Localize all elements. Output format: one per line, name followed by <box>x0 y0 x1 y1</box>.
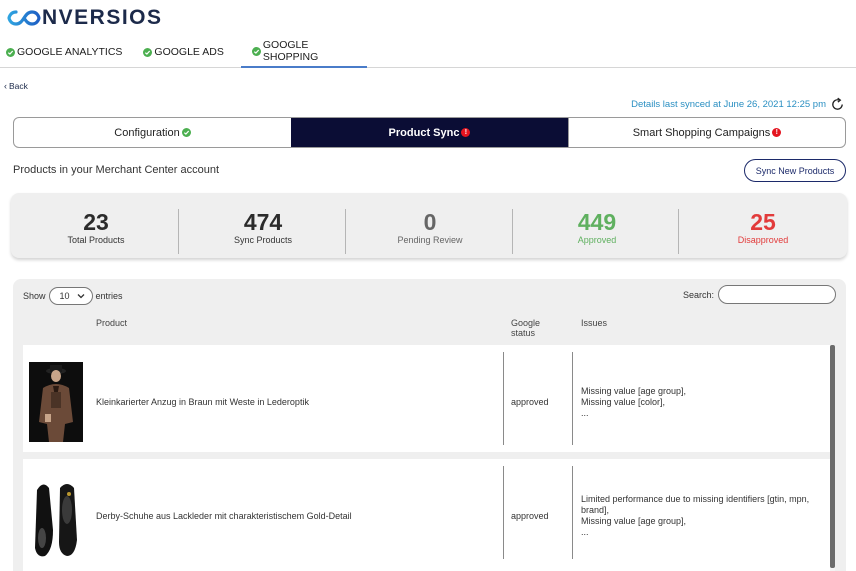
divider <box>345 209 346 254</box>
stat-disapproved: 25 Disapproved <box>680 209 846 251</box>
alert-icon: ! <box>772 128 782 137</box>
check-circle-icon <box>143 47 153 57</box>
entries-label: entries <box>95 291 123 301</box>
column-header-google-status[interactable]: Google status <box>511 318 540 338</box>
tab-product-sync[interactable]: Product Sync ! <box>291 118 568 147</box>
stat-value: 23 <box>83 209 109 235</box>
check-circle-icon <box>251 46 261 56</box>
alert-icon: ! <box>461 128 471 137</box>
entries-value: 10 <box>59 291 70 301</box>
issue-line: ... <box>581 408 589 418</box>
chevron-down-icon <box>77 294 84 299</box>
check-circle-icon <box>6 47 15 57</box>
table-scrollbar-thumb[interactable] <box>830 345 835 568</box>
header-line: Google <box>511 318 541 328</box>
issue-line: Missing value [age group], <box>581 516 687 526</box>
stats-panel: 23 Total Products 474 Sync Products 0 Pe… <box>11 193 847 258</box>
google-status: approved <box>511 397 549 407</box>
column-header-issues[interactable]: Issues <box>581 318 607 328</box>
product-image <box>29 362 83 442</box>
product-name: Derby-Schuhe aus Lackleder mit charakter… <box>96 511 352 521</box>
column-divider <box>572 352 573 445</box>
stat-value: 0 <box>423 209 437 235</box>
issue-line: Limited performance due to missing ident… <box>581 494 810 504</box>
stat-label: Sync Products <box>233 235 293 245</box>
search-input[interactable] <box>718 285 836 304</box>
issues-list: Missing value [age group], Missing value… <box>581 386 831 419</box>
entries-select[interactable]: 10 <box>48 287 93 305</box>
header-line: status <box>511 328 536 338</box>
divider <box>178 209 179 254</box>
nav-label: GOOGLE ANALYTICS <box>17 46 123 58</box>
search-label: Search: <box>683 290 715 300</box>
stat-approved: 449 Approved <box>514 209 680 251</box>
google-status: approved <box>511 511 549 521</box>
logo-wordmark: NVERSIOS <box>42 6 163 29</box>
tab-label: Configuration <box>114 126 180 139</box>
last-synced-text: Details last synced at June 26, 2021 12:… <box>631 99 826 110</box>
nav-google-ads[interactable]: GOOGLE ADS <box>137 36 234 68</box>
stat-total-products: 23 Total Products <box>13 209 179 251</box>
stat-label: Pending Review <box>397 235 463 245</box>
table-row[interactable]: Derby-Schuhe aus Lackleder mit charakter… <box>23 459 831 571</box>
stat-value: 474 <box>243 209 283 235</box>
section-title: Products in your Merchant Center account <box>13 164 220 176</box>
issue-line: ... <box>581 527 589 537</box>
column-divider <box>572 466 573 559</box>
tab-label: Product Sync <box>388 126 460 139</box>
chevron-left-icon: ‹ <box>4 81 7 91</box>
app-header: NVERSIOS GOOGLE ANALYTICS GOOGLE ADS GOO… <box>0 0 856 68</box>
column-divider <box>503 352 504 445</box>
check-circle-icon <box>181 128 191 137</box>
products-table-panel: Show 10 entries Search: Product Google s… <box>13 279 846 571</box>
tab-configuration[interactable]: Configuration <box>14 118 291 147</box>
nav-google-shopping[interactable]: GOOGLE SHOPPING <box>240 36 367 68</box>
back-label: Back <box>9 81 28 91</box>
sync-new-products-button[interactable]: Sync New Products <box>744 159 846 182</box>
product-name: Kleinkarierter Anzug in Braun mit Weste … <box>96 397 309 407</box>
conversios-logo[interactable]: NVERSIOS <box>6 5 163 31</box>
stat-pending-review: 0 Pending Review <box>347 209 513 251</box>
issue-line: Missing value [age group], <box>581 386 687 396</box>
stat-label: Total Products <box>67 235 125 245</box>
back-link[interactable]: ‹ Back <box>4 81 28 91</box>
stat-label: Disapproved <box>737 235 789 245</box>
issue-line: brand], <box>581 505 610 515</box>
column-divider <box>503 466 504 559</box>
infinity-logo-icon <box>7 10 41 26</box>
product-image <box>29 480 83 560</box>
issue-line: Missing value [color], <box>581 397 666 407</box>
nav-google-analytics[interactable]: GOOGLE ANALYTICS <box>0 36 133 68</box>
show-label: Show <box>23 291 46 301</box>
entries-control: Show 10 entries <box>23 287 123 305</box>
stat-label: Approved <box>577 235 617 245</box>
top-nav: GOOGLE ANALYTICS GOOGLE ADS GOOGLE SHOPP… <box>0 36 367 68</box>
nav-label: GOOGLE SHOPPING <box>262 39 319 63</box>
stat-value: 25 <box>750 209 776 235</box>
tab-smart-shopping-campaigns[interactable]: Smart Shopping Campaigns ! <box>568 118 845 147</box>
table-row[interactable]: Kleinkarierter Anzug in Braun mit Weste … <box>23 345 831 452</box>
refresh-icon[interactable] <box>830 97 845 112</box>
column-header-product[interactable]: Product <box>96 318 127 328</box>
stat-sync-products: 474 Sync Products <box>180 209 346 251</box>
issues-list: Limited performance due to missing ident… <box>581 494 831 538</box>
divider <box>512 209 513 254</box>
divider <box>678 209 679 254</box>
tab-label: Smart Shopping Campaigns <box>632 126 771 139</box>
stat-value: 449 <box>577 209 617 235</box>
tab-bar: Configuration Product Sync ! Smart Shopp… <box>13 117 846 148</box>
nav-label: GOOGLE ADS <box>154 46 224 58</box>
